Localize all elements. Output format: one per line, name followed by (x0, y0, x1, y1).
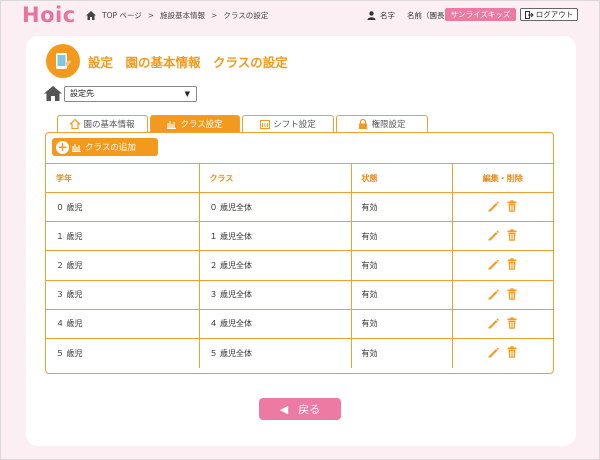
logout-label: ログアウト (535, 10, 574, 19)
edit-icon[interactable] (487, 258, 500, 270)
breadcrumb-separator: > (147, 11, 155, 20)
cell-class: ２ 歳児全体 (199, 250, 352, 281)
calendar-icon (260, 120, 271, 129)
cell-actions (452, 250, 553, 281)
cell-status: 有効 (351, 192, 453, 223)
trash-icon[interactable] (506, 200, 518, 212)
row-actions (487, 258, 518, 271)
home-icon[interactable] (44, 86, 62, 101)
cell-status: 有効 (351, 338, 453, 368)
edit-icon[interactable] (487, 317, 500, 329)
person-icon (367, 11, 376, 20)
edit-icon[interactable] (487, 229, 500, 241)
table-row: ４ 歳児 ４ 歳児全体 有効 (46, 309, 553, 339)
back-label: 戻る (298, 403, 321, 416)
table-row: ０ 歳児 ０ 歳児全体 有効 (46, 192, 553, 223)
house-icon (70, 119, 81, 129)
cell-class: １ 歳児全体 (199, 221, 352, 252)
edit-icon[interactable] (487, 200, 500, 212)
back-arrow-icon: ◀ (279, 402, 289, 416)
trash-icon[interactable] (506, 258, 518, 271)
settings-target-select[interactable]: 設定先 ▼ (64, 86, 197, 102)
table-row: ５ 歳児 ５ 歳児全体 有効 (46, 338, 553, 368)
breadcrumb-class-settings: クラスの設定 (223, 11, 269, 20)
edit-icon[interactable] (487, 346, 500, 358)
class-icon (72, 144, 81, 152)
column-header-grade: 学年 (46, 163, 200, 193)
lock-icon (359, 119, 368, 129)
tab-label: 権限設定 (371, 120, 406, 130)
tab-label: 園の基本情報 (83, 120, 135, 130)
cell-grade: ４ 歳児 (46, 309, 200, 339)
row-actions (487, 317, 518, 329)
table-header-row: 学年 クラス 状態 編集・削除 (46, 163, 553, 193)
trash-icon[interactable] (506, 287, 518, 300)
column-header-actions: 編集・削除 (452, 163, 553, 193)
page-title: 設定 園の基本情報 クラスの設定 (88, 54, 288, 70)
cell-grade: ０ 歳児 (46, 192, 200, 223)
dropdown-arrow-icon: ▼ (184, 90, 190, 98)
row-actions (487, 346, 518, 358)
breadcrumb: TOP ページ > 施設基本情報 > クラスの設定 (86, 10, 268, 21)
column-header-status: 状態 (351, 163, 453, 193)
cell-grade: ２ 歳児 (46, 250, 200, 281)
cell-class: ３ 歳児全体 (199, 280, 352, 310)
cell-status: 有効 (351, 221, 453, 252)
tab-label: シフト設定 (273, 120, 316, 130)
row-actions (487, 200, 518, 212)
nursery-button[interactable]: サンライズキッズ (445, 8, 516, 21)
tablet-icon (46, 44, 80, 78)
class-icon (167, 121, 177, 129)
cell-actions (452, 192, 553, 223)
tab-shift-settings[interactable]: シフト設定 (242, 115, 334, 132)
breadcrumb-separator: > (211, 11, 218, 20)
user-info: 名字 名前（園長） (367, 10, 452, 21)
trash-icon[interactable] (506, 229, 518, 241)
trash-icon[interactable] (506, 317, 518, 329)
cell-grade: １ 歳児 (46, 221, 200, 252)
cell-status: 有効 (351, 309, 453, 339)
column-header-class: クラス (199, 163, 352, 193)
breadcrumb-top[interactable]: TOP ページ (102, 10, 142, 21)
top-header: Hoic TOP ページ > 施設基本情報 > クラスの設定 名字 名前（園長）… (0, 0, 600, 32)
back-button[interactable]: ◀ 戻る (259, 398, 341, 420)
row-actions (487, 229, 518, 241)
table-row: ３ 歳児 ３ 歳児全体 有効 (46, 280, 553, 310)
add-class-button[interactable]: + クラスの追加 (52, 138, 158, 156)
cell-class: ４ 歳児全体 (199, 309, 352, 339)
logout-icon (524, 10, 534, 19)
add-class-label: クラスの追加 (85, 143, 136, 153)
cell-actions (452, 338, 553, 367)
row-actions (487, 287, 518, 300)
trash-icon[interactable] (506, 346, 518, 358)
class-table: 学年 クラス 状態 編集・削除 ０ 歳児 ０ 歳児全体 有効 １ 歳児 １ 歳児全体 有効… (46, 163, 553, 368)
cell-actions (452, 221, 553, 252)
tab-label: クラス設定 (180, 120, 223, 130)
logout-button[interactable]: ログアウト (520, 8, 578, 21)
table-row: １ 歳児 １ 歳児全体 有効 (46, 221, 553, 252)
cell-actions (452, 309, 553, 339)
cell-status: 有効 (351, 280, 453, 310)
cell-class: ５ 歳児全体 (199, 338, 352, 368)
breadcrumb-facility-info[interactable]: 施設基本情報 (160, 10, 205, 21)
home-icon (86, 11, 96, 20)
user-surname: 名字 (380, 11, 395, 20)
cell-grade: ３ 歳児 (46, 280, 200, 310)
tab-permission-settings[interactable]: 権限設定 (336, 115, 428, 132)
page-header: 設定 園の基本情報 クラスの設定 (46, 43, 288, 79)
cell-grade: ５ 歳児 (46, 338, 200, 368)
tab-facility-info[interactable]: 園の基本情報 (57, 115, 148, 132)
cell-class: ０ 歳児全体 (199, 192, 352, 223)
tab-class-settings[interactable]: クラス設定 (150, 115, 240, 132)
select-value: 設定先 (70, 89, 94, 98)
cell-actions (452, 280, 553, 310)
edit-icon[interactable] (487, 288, 500, 300)
app-logo[interactable]: Hoic (22, 3, 76, 27)
cell-status: 有効 (351, 250, 453, 281)
plus-icon: + (56, 139, 69, 154)
table-row: ２ 歳児 ２ 歳児全体 有効 (46, 250, 553, 281)
